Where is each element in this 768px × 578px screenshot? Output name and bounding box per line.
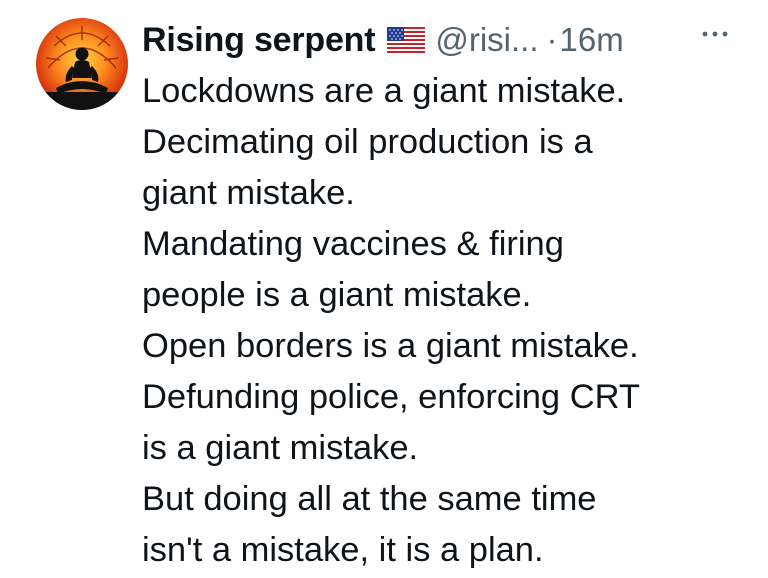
tweet-text-line: people is a giant mistake. (142, 276, 532, 314)
tweet-text-line: Open borders is a giant mistake. (142, 327, 639, 365)
tweet-header: Rising serpent @risi... · 16m (142, 12, 748, 68)
tweet-text-line: giant mistake. (142, 174, 355, 212)
tweet-text-line: Decimating oil production is a (142, 123, 593, 161)
display-name[interactable]: Rising serpent (142, 21, 376, 60)
tweet-text-line: is a giant mistake. (142, 429, 419, 467)
tweet-text: Lockdowns are a giant mistake. Decimatin… (142, 66, 748, 576)
tweet-text-line: isn't a mistake, it is a plan. (142, 531, 544, 569)
tweet-text-line: Defunding police, enforcing CRT (142, 378, 640, 416)
tweet-text-line: Lockdowns are a giant mistake. (142, 72, 626, 110)
timestamp[interactable]: 16m (560, 21, 624, 59)
us-flag-icon (387, 27, 426, 53)
meditating-silhouette-avatar-icon (36, 18, 128, 110)
separator-dot: · (546, 21, 558, 58)
ellipsis-icon[interactable] (700, 26, 730, 37)
tweet[interactable]: Rising serpent @risi... · 16m Lockdowns … (0, 0, 768, 578)
user-handle[interactable]: @risi... (435, 21, 538, 59)
tweet-text-line: Mandating vaccines & firing (142, 225, 564, 263)
tweet-text-line: But doing all at the same time (142, 480, 597, 518)
avatar[interactable] (36, 18, 128, 110)
